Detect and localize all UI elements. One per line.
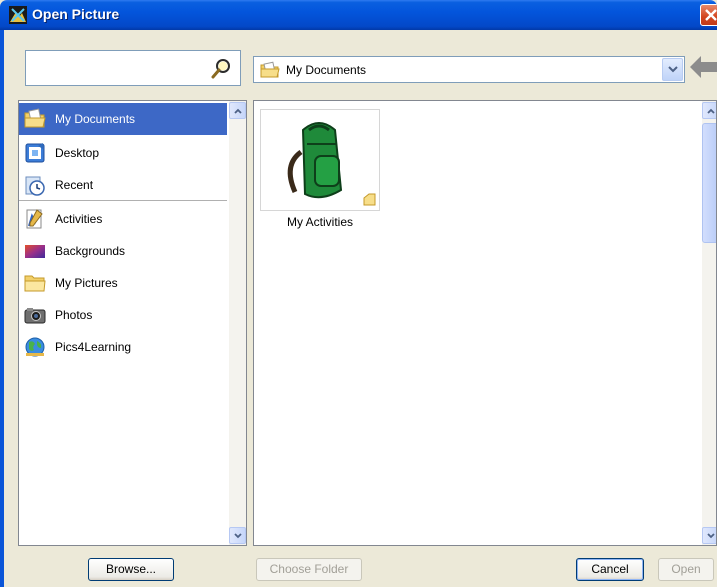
sidebar-item-label: My Documents: [55, 112, 136, 126]
desktop-icon: [25, 143, 45, 163]
close-button[interactable]: [700, 4, 717, 26]
scroll-up-button[interactable]: [229, 102, 246, 119]
scroll-thumb[interactable]: [702, 123, 716, 243]
chevron-up-icon: [707, 108, 715, 114]
browse-button[interactable]: Browse...: [88, 558, 174, 581]
scroll-down-button[interactable]: [229, 527, 246, 544]
file-label: My Activities: [286, 215, 353, 229]
window-title: Open Picture: [32, 6, 120, 22]
sidebar-item-photos[interactable]: Photos: [19, 299, 227, 331]
app-logo-icon: [9, 6, 27, 24]
recent-icon: [25, 176, 45, 196]
title-bar[interactable]: Open Picture: [0, 0, 717, 30]
scroll-down-button[interactable]: [702, 527, 716, 544]
file-scrollbar[interactable]: [702, 101, 716, 545]
chevron-down-icon: [234, 533, 242, 539]
sidebar-item-label: My Pictures: [55, 276, 118, 290]
sidebar-scrollbar[interactable]: [229, 101, 246, 545]
file-tile-my-activities[interactable]: [260, 109, 380, 211]
sidebar-item-my-pictures[interactable]: My Pictures: [19, 267, 227, 299]
open-button[interactable]: Open: [658, 558, 714, 581]
sidebar-item-my-documents[interactable]: My Documents: [19, 103, 227, 135]
my-documents-icon: [24, 108, 46, 128]
location-text: My Documents: [286, 63, 367, 77]
chevron-up-icon: [234, 108, 242, 114]
location-dropdown[interactable]: My Documents: [253, 56, 685, 83]
scroll-up-button[interactable]: [702, 102, 716, 119]
search-input[interactable]: [25, 50, 241, 86]
cancel-button[interactable]: Cancel: [576, 558, 644, 581]
sidebar-item-label: Desktop: [55, 146, 100, 160]
backpack-folder-icon: [287, 122, 376, 206]
choose-folder-button[interactable]: Choose Folder: [256, 558, 362, 581]
sidebar-item-label: Photos: [55, 308, 93, 322]
window-frame: [0, 30, 4, 587]
back-arrow-icon[interactable]: [690, 56, 717, 78]
sidebar-item-backgrounds[interactable]: Backgrounds: [19, 235, 227, 267]
my-documents-icon: [260, 61, 280, 78]
chevron-down-icon: [707, 533, 715, 539]
sidebar-item-label: Recent: [55, 178, 94, 192]
sidebar-item-label: Activities: [55, 212, 103, 226]
places-sidebar[interactable]: My Documents Desktop Recent Activities B…: [18, 100, 247, 546]
close-icon: [705, 9, 717, 21]
backgrounds-icon: [25, 245, 45, 258]
file-browser[interactable]: My Activities: [253, 100, 717, 546]
camera-icon: [24, 308, 46, 324]
sidebar-item-activities[interactable]: Activities: [19, 203, 227, 235]
folder-icon: [24, 275, 46, 292]
sidebar-item-desktop[interactable]: Desktop: [19, 137, 227, 169]
search-icon: [211, 59, 230, 79]
sidebar-item-label: Pics4Learning: [55, 340, 132, 354]
sidebar-item-pics4learning[interactable]: Pics4Learning: [19, 331, 227, 363]
sidebar-item-label: Backgrounds: [55, 244, 126, 258]
globe-icon: [25, 337, 45, 357]
activities-icon: [26, 209, 43, 229]
sidebar-divider: [19, 200, 227, 201]
location-dropdown-button[interactable]: [662, 58, 683, 81]
chevron-down-icon: [668, 66, 678, 73]
sidebar-item-recent[interactable]: Recent: [19, 169, 227, 201]
